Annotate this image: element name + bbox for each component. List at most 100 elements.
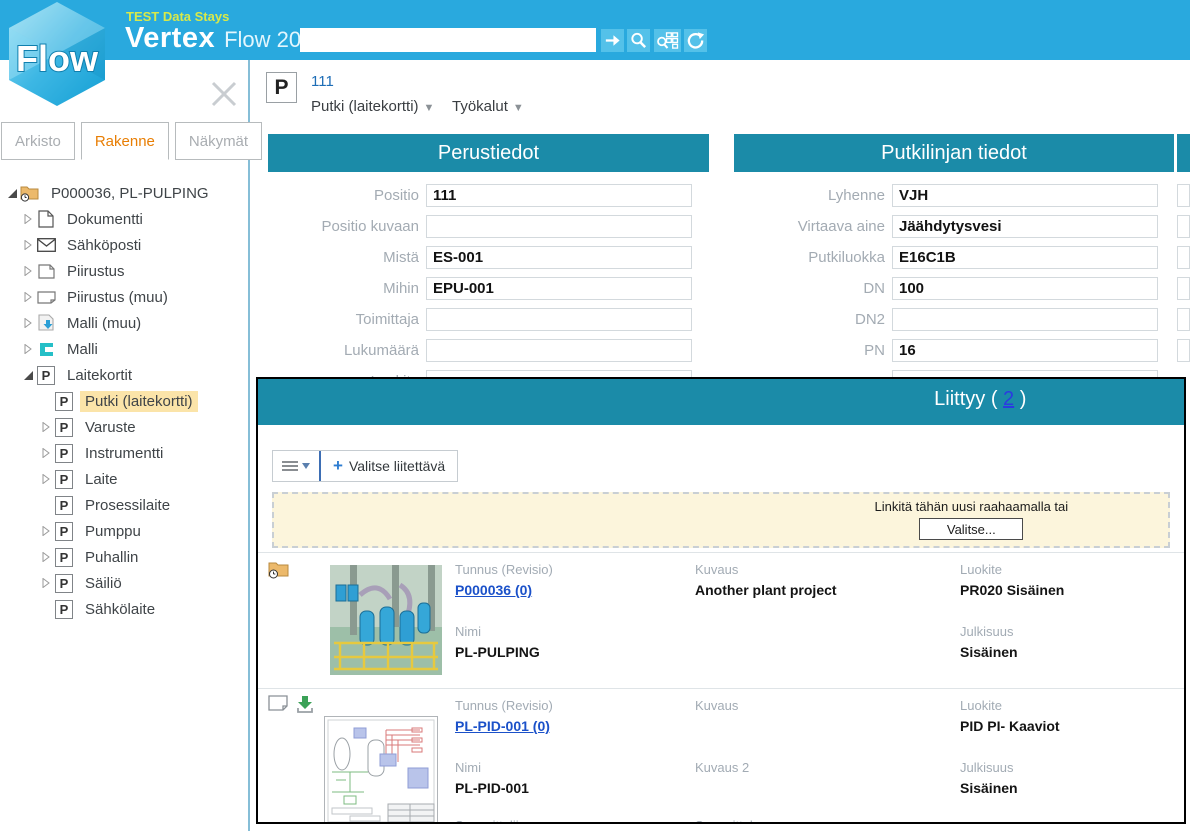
putkiluokka-input[interactable] [892,246,1158,269]
collapsed-arrow-icon[interactable] [38,419,54,435]
linked-item-row[interactable]: Tunnus (Revisio)PL-PID-001 (0) NimiPL-PI… [258,688,1184,824]
pn-input[interactable] [892,339,1158,362]
search-go-button[interactable] [601,29,624,52]
collapsed-arrow-icon[interactable] [20,341,36,357]
clipped-input[interactable] [1177,215,1190,238]
project-thumbnail[interactable] [330,565,442,680]
tree-item-malli-muu[interactable]: Malli (muu) [0,310,246,336]
tree-item-label: Prosessilaite [80,495,175,516]
collapsed-arrow-icon[interactable] [20,237,36,253]
pcard-icon: P [54,573,74,593]
search-button[interactable] [627,29,650,52]
lyhenne-input[interactable] [892,184,1158,207]
drawing-other-icon [36,287,56,307]
collapsed-arrow-icon[interactable] [20,289,36,305]
svg-text:Flow: Flow [16,38,99,79]
close-panel-button[interactable] [206,76,242,112]
field-label: Nimi [455,759,675,776]
tree-item-laite[interactable]: P Laite [0,466,246,492]
global-search-input[interactable] [300,28,596,52]
positio-kuvaan-input[interactable] [426,215,692,238]
tools-menu[interactable]: Työkalut▼ [452,98,524,115]
dn2-input[interactable] [892,308,1158,331]
collapsed-arrow-icon[interactable] [38,575,54,591]
choose-file-button[interactable]: Valitse... [919,518,1023,540]
tab-nakymat[interactable]: Näkymät [175,122,262,160]
model-icon [36,339,56,359]
close-icon [206,76,242,112]
collapsed-arrow-icon[interactable] [38,549,54,565]
menu-label: Työkalut [452,98,508,115]
collapsed-arrow-icon[interactable] [38,523,54,539]
tab-arkisto[interactable]: Arkisto [1,122,75,160]
field-label: Kuvaus [695,561,915,578]
field-row: Mihin [268,273,709,304]
tree-item-dokumentti[interactable]: Dokumentti [0,206,246,232]
clipped-input[interactable] [1177,277,1190,300]
card-type-badge: P [266,72,297,103]
refresh-button[interactable] [684,29,707,52]
julkisuus-value: Sisäinen [960,778,1180,798]
tree-item-label: Sähköposti [62,235,146,256]
add-link-button[interactable]: +Valitse liitettävä [321,451,457,481]
tree-item-label: Piirustus (muu) [62,287,173,308]
julkisuus-value: Sisäinen [960,642,1180,662]
virtaava-aine-input[interactable] [892,215,1158,238]
dn-input[interactable] [892,277,1158,300]
pcard-icon: P [54,521,74,541]
tree-item-project-root[interactable]: P000036, PL-PULPING [0,180,246,206]
app-window: TEST Data Stays VertexFlow 2022 [0,0,1190,831]
tunnus-link[interactable]: PL-PID-001 (0) [455,718,550,734]
lukumaara-input[interactable] [426,339,692,362]
tree-item-sahkoposti[interactable]: Sähköposti [0,232,246,258]
tree-item-label: Sähkölaite [80,599,160,620]
tree-item-prosessilaite[interactable]: P Prosessilaite [0,492,246,518]
expanded-arrow-icon[interactable] [20,367,36,383]
collapsed-arrow-icon[interactable] [38,471,54,487]
dialog-header: Liittyy ( 2 ) [258,379,1184,425]
tree-item-laitekortit[interactable]: P Laitekortit [0,362,246,388]
collapsed-arrow-icon[interactable] [20,315,36,331]
positio-input[interactable] [426,184,692,207]
mail-icon [36,235,56,255]
toimittaja-input[interactable] [426,308,692,331]
tree-item-putki-laitekortti[interactable]: P Putki (laitekortti) [0,388,246,414]
mihin-input[interactable] [426,277,692,300]
tree-item-malli[interactable]: Malli [0,336,246,362]
pcard-icon: P [54,495,74,515]
collapsed-arrow-icon[interactable] [20,211,36,227]
tree-item-label: Säiliö [80,573,127,594]
tree-item-sailio[interactable]: P Säiliö [0,570,246,596]
collapsed-arrow-icon[interactable] [38,445,54,461]
mista-input[interactable] [426,246,692,269]
field-label: Virtaava aine [734,218,892,235]
collapsed-arrow-icon[interactable] [20,263,36,279]
tree-item-pumppu[interactable]: P Pumppu [0,518,246,544]
clipped-input[interactable] [1177,339,1190,362]
tree-item-puhallin[interactable]: P Puhallin [0,544,246,570]
linked-item-row[interactable]: Tunnus (Revisio)P000036 (0) NimiPL-PULPI… [258,552,1184,688]
expanded-arrow-icon[interactable] [4,185,20,201]
tree-item-sahkolaite[interactable]: P Sähkölaite [0,596,246,622]
clipped-input[interactable] [1177,246,1190,269]
field-label: PN [734,342,892,359]
drawing-thumbnail[interactable] [324,716,438,824]
tree-item-piirustus-muu[interactable]: Piirustus (muu) [0,284,246,310]
structure-search-button[interactable] [654,29,681,52]
card-type-menu[interactable]: Putki (laitekortti)▼ [311,98,434,115]
tree-item-varuste[interactable]: P Varuste [0,414,246,440]
clipped-input[interactable] [1177,184,1190,207]
tree-item-instrumentti[interactable]: P Instrumentti [0,440,246,466]
link-dropzone[interactable]: Linkitä tähän uusi raahaamalla tai Valit… [272,492,1170,548]
field-label: Lukumäärä [268,342,426,359]
field-row: Putkiluokka [734,242,1174,273]
related-count-link[interactable]: 2 [1003,388,1014,410]
hamburger-menu-icon [282,460,298,472]
pcard-icon: P [54,469,74,489]
tab-rakenne[interactable]: Rakenne [81,122,169,160]
tree-item-piirustus[interactable]: Piirustus [0,258,246,284]
tab-label: Näkymät [189,133,248,150]
list-options-button[interactable] [273,451,319,481]
clipped-input[interactable] [1177,308,1190,331]
tunnus-link[interactable]: P000036 (0) [455,582,532,598]
